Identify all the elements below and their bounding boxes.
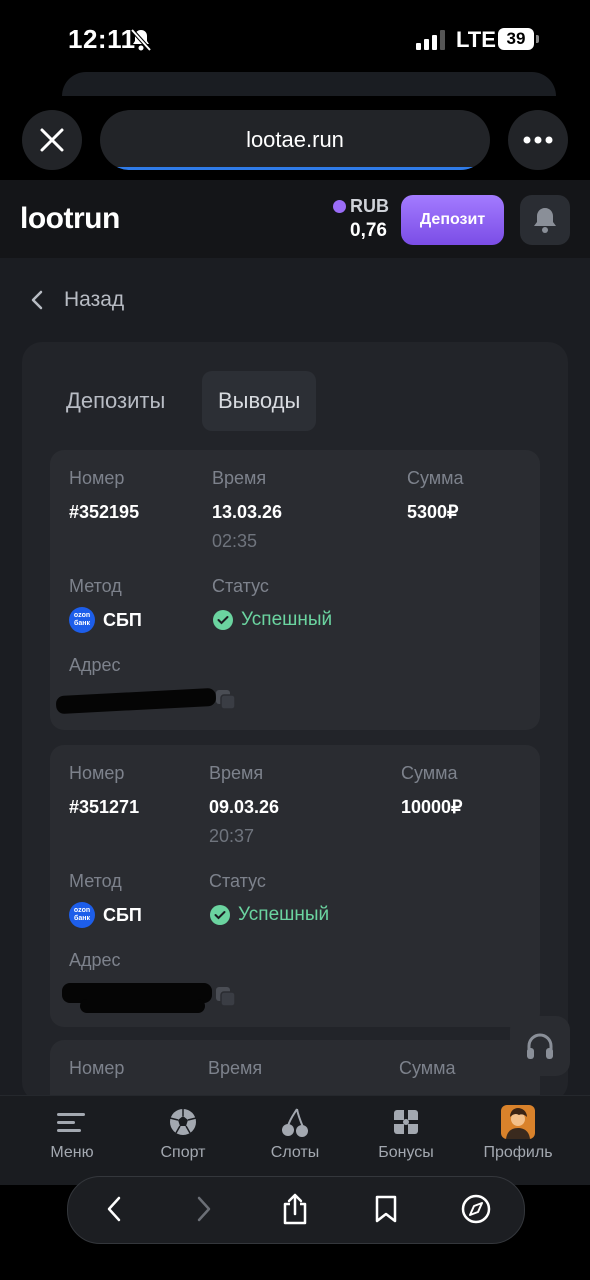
method-label: Метод bbox=[69, 576, 122, 596]
nav-bonuses[interactable]: Бонусы bbox=[356, 1104, 456, 1162]
browser-toolbar: lootae.run bbox=[0, 72, 590, 180]
nav-sport[interactable]: Спорт bbox=[133, 1104, 233, 1162]
currency-dot bbox=[333, 200, 346, 213]
tabs-button[interactable] bbox=[458, 1191, 494, 1227]
network-type: LTE bbox=[456, 27, 496, 52]
number-label: Номер bbox=[69, 1058, 125, 1078]
compass-icon bbox=[461, 1194, 491, 1224]
time-label: Время bbox=[212, 468, 267, 488]
time-label: Время bbox=[209, 763, 264, 783]
share-icon bbox=[283, 1193, 307, 1225]
avatar bbox=[501, 1105, 535, 1139]
amount-label: Сумма bbox=[407, 468, 464, 488]
status-time: 12:11 bbox=[68, 24, 136, 54]
close-icon bbox=[40, 128, 64, 152]
site-logo[interactable]: lootrun bbox=[20, 202, 120, 236]
back-button[interactable] bbox=[96, 1191, 132, 1227]
ellipsis-icon bbox=[523, 136, 553, 144]
bell-off-icon bbox=[130, 28, 152, 52]
currency-label[interactable]: RUB bbox=[350, 196, 389, 217]
page-load-progress bbox=[116, 167, 490, 170]
cherries-icon bbox=[282, 1108, 308, 1137]
share-button[interactable] bbox=[277, 1191, 313, 1227]
transaction-date: 09.03.26 bbox=[209, 797, 280, 817]
address-bar[interactable]: lootae.run bbox=[100, 110, 490, 170]
bookmark-icon bbox=[375, 1195, 397, 1223]
nav-label: Спорт bbox=[160, 1144, 206, 1161]
status-value: Успешный bbox=[238, 904, 330, 925]
redacted-address-2 bbox=[80, 999, 205, 1013]
status-value: Успешный bbox=[241, 609, 333, 630]
check-icon bbox=[210, 905, 230, 925]
bell-icon bbox=[534, 208, 556, 233]
redacted-address bbox=[55, 687, 217, 715]
forward-button[interactable] bbox=[186, 1191, 222, 1227]
chevron-right-icon bbox=[197, 1196, 211, 1222]
transaction-time: 20:37 bbox=[209, 826, 255, 846]
nav-slots[interactable]: Слоты bbox=[245, 1104, 345, 1162]
tab-deposits[interactable]: Депозиты bbox=[50, 371, 181, 431]
battery-tip bbox=[536, 35, 539, 43]
close-tab-button[interactable] bbox=[22, 110, 82, 170]
nav-label: Профиль bbox=[483, 1144, 553, 1161]
number-label: Номер bbox=[69, 763, 125, 783]
copy-icon[interactable] bbox=[214, 688, 238, 712]
nav-profile[interactable]: Профиль bbox=[468, 1104, 568, 1162]
transaction-amount: 10000₽ bbox=[401, 797, 463, 817]
transaction-amount: 5300₽ bbox=[407, 502, 459, 522]
address-label: Адрес bbox=[69, 655, 121, 675]
amount-label: Сумма bbox=[401, 763, 458, 783]
url-text: lootae.run bbox=[246, 127, 344, 152]
balance-value[interactable]: 0,76 bbox=[350, 220, 387, 242]
back-link[interactable]: Назад bbox=[30, 288, 124, 312]
more-options-button[interactable] bbox=[508, 110, 568, 170]
transaction-number: #351271 bbox=[69, 797, 140, 817]
status-label: Статус bbox=[212, 576, 269, 596]
bookmarks-button[interactable] bbox=[368, 1191, 404, 1227]
menu-icon bbox=[57, 1113, 85, 1132]
chevron-left-icon bbox=[107, 1196, 121, 1222]
transaction-card: Номер Время Сумма #352195 13.03.26 02:35… bbox=[50, 450, 540, 730]
support-button[interactable] bbox=[510, 1016, 570, 1076]
tab-preview bbox=[62, 72, 556, 96]
transaction-time: 02:35 bbox=[212, 531, 258, 551]
method-label: Метод bbox=[69, 871, 122, 891]
amount-label: Сумма bbox=[399, 1058, 456, 1078]
status-bar: 12:11 LTE 39 bbox=[0, 0, 590, 80]
signal-icon bbox=[416, 30, 445, 50]
nav-label: Меню bbox=[50, 1144, 94, 1161]
status-label: Статус bbox=[209, 871, 266, 891]
status-badge: Успешный bbox=[210, 904, 329, 926]
status-badge: Успешный bbox=[213, 609, 332, 631]
transaction-number: #352195 bbox=[69, 502, 140, 522]
back-label: Назад bbox=[64, 288, 125, 311]
method-value: СБП bbox=[103, 905, 142, 925]
method-value: СБП bbox=[103, 610, 142, 630]
tab-withdrawals[interactable]: Выводы bbox=[202, 371, 317, 431]
check-icon bbox=[213, 610, 233, 630]
ozon-bank-logo: ozon банк bbox=[69, 902, 95, 928]
transaction-date: 13.03.26 bbox=[212, 502, 283, 522]
address-label: Адрес bbox=[69, 950, 121, 970]
copy-icon[interactable] bbox=[214, 985, 238, 1009]
deposit-button[interactable]: Депозит bbox=[401, 195, 504, 245]
notifications-button[interactable] bbox=[520, 195, 570, 245]
gift-icon bbox=[394, 1110, 418, 1134]
nav-menu[interactable]: Меню bbox=[22, 1104, 122, 1162]
transaction-card: Номер Время Сумма #351271 09.03.26 20:37… bbox=[50, 745, 540, 1027]
nav-label: Слоты bbox=[270, 1144, 320, 1161]
battery-icon: 39 bbox=[498, 28, 534, 50]
soccer-ball-icon bbox=[169, 1109, 197, 1135]
nav-label: Бонусы bbox=[378, 1144, 434, 1161]
time-label: Время bbox=[208, 1058, 263, 1078]
number-label: Номер bbox=[69, 468, 125, 488]
ozon-bank-logo: ozon банк bbox=[69, 607, 95, 633]
chevron-left-icon bbox=[31, 290, 43, 310]
headset-icon bbox=[527, 1033, 553, 1059]
